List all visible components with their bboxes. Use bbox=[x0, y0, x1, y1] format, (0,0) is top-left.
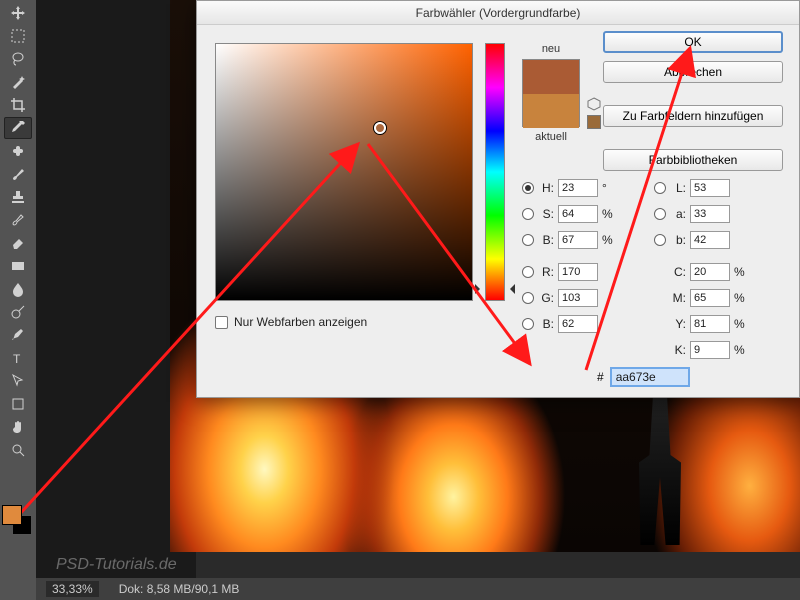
h-input[interactable] bbox=[558, 179, 598, 197]
stamp-tool[interactable] bbox=[4, 186, 32, 208]
add-swatch-button[interactable]: Zu Farbfeldern hinzufügen bbox=[603, 105, 783, 127]
g-input[interactable] bbox=[558, 289, 598, 307]
c-input[interactable] bbox=[690, 263, 730, 281]
pen-tool[interactable] bbox=[4, 324, 32, 346]
wand-tool[interactable] bbox=[4, 71, 32, 93]
hex-input[interactable] bbox=[610, 367, 690, 387]
h-label: H: bbox=[538, 181, 554, 195]
bl-label: b: bbox=[670, 233, 686, 247]
status-bar: 33,33% Dok: 8,58 MB/90,1 MB bbox=[36, 578, 800, 600]
a-input[interactable] bbox=[690, 205, 730, 223]
l-radio[interactable] bbox=[654, 182, 666, 194]
s-label: S: bbox=[538, 207, 554, 221]
websafe-swatch[interactable] bbox=[587, 115, 601, 129]
watermark: PSD-Tutorials.de bbox=[56, 556, 177, 574]
color-values: H:° L: S:% a: B:% b: R: C:% G: M:% B: Y:… bbox=[522, 175, 790, 363]
bv-input[interactable] bbox=[558, 231, 598, 249]
bl-radio[interactable] bbox=[654, 234, 666, 246]
cancel-button[interactable]: Abbrechen bbox=[603, 61, 783, 83]
r-label: R: bbox=[538, 265, 554, 279]
libraries-button[interactable]: Farbbibliotheken bbox=[603, 149, 783, 171]
sv-marker[interactable] bbox=[374, 122, 386, 134]
current-color bbox=[523, 94, 579, 128]
dialog-title: Farbwähler (Vordergrundfarbe) bbox=[197, 1, 799, 25]
shape-tool[interactable] bbox=[4, 393, 32, 415]
bv-label: B: bbox=[538, 233, 554, 247]
hex-hash: # bbox=[597, 370, 604, 384]
new-current-swatch[interactable] bbox=[522, 59, 580, 127]
path-select-tool[interactable] bbox=[4, 370, 32, 392]
h-radio[interactable] bbox=[522, 182, 534, 194]
hue-slider[interactable] bbox=[485, 43, 505, 301]
current-label: aktuell bbox=[521, 131, 581, 143]
svg-text:T: T bbox=[13, 352, 21, 366]
lasso-tool[interactable] bbox=[4, 48, 32, 70]
eraser-tool[interactable] bbox=[4, 232, 32, 254]
web-colors-label: Nur Webfarben anzeigen bbox=[234, 315, 367, 329]
eyedropper-tool[interactable] bbox=[4, 117, 32, 139]
l-label: L: bbox=[670, 181, 686, 195]
ok-button[interactable]: OK bbox=[603, 31, 783, 53]
dodge-tool[interactable] bbox=[4, 301, 32, 323]
a-label: a: bbox=[670, 207, 686, 221]
bc-input[interactable] bbox=[558, 315, 598, 333]
m-input[interactable] bbox=[690, 289, 730, 307]
color-swatches[interactable] bbox=[2, 505, 34, 537]
bl-input[interactable] bbox=[690, 231, 730, 249]
bc-radio[interactable] bbox=[522, 318, 534, 330]
l-input[interactable] bbox=[690, 179, 730, 197]
m-label: M: bbox=[670, 291, 686, 305]
r-input[interactable] bbox=[558, 263, 598, 281]
tools-toolbar: T bbox=[0, 0, 36, 600]
marquee-tool[interactable] bbox=[4, 25, 32, 47]
blur-tool[interactable] bbox=[4, 278, 32, 300]
a-radio[interactable] bbox=[654, 208, 666, 220]
foreground-swatch[interactable] bbox=[2, 505, 22, 525]
hand-tool[interactable] bbox=[4, 416, 32, 438]
crop-tool[interactable] bbox=[4, 94, 32, 116]
zoom-level[interactable]: 33,33% bbox=[46, 581, 99, 597]
gamut-warning-icon[interactable] bbox=[587, 97, 601, 111]
c-label: C: bbox=[670, 265, 686, 279]
bv-radio[interactable] bbox=[522, 234, 534, 246]
new-color bbox=[523, 60, 579, 94]
history-brush-tool[interactable] bbox=[4, 209, 32, 231]
type-tool[interactable]: T bbox=[4, 347, 32, 369]
s-radio[interactable] bbox=[522, 208, 534, 220]
color-picker-dialog: Farbwähler (Vordergrundfarbe) neu aktuel… bbox=[196, 0, 800, 398]
zoom-tool[interactable] bbox=[4, 439, 32, 461]
new-label: neu bbox=[521, 43, 581, 55]
move-tool[interactable] bbox=[4, 2, 32, 24]
bc-label: B: bbox=[538, 317, 554, 331]
k-input[interactable] bbox=[690, 341, 730, 359]
g-radio[interactable] bbox=[522, 292, 534, 304]
k-label: K: bbox=[670, 343, 686, 357]
y-label: Y: bbox=[670, 317, 686, 331]
g-label: G: bbox=[538, 291, 554, 305]
s-input[interactable] bbox=[558, 205, 598, 223]
gradient-tool[interactable] bbox=[4, 255, 32, 277]
y-input[interactable] bbox=[690, 315, 730, 333]
saturation-value-field[interactable] bbox=[215, 43, 473, 301]
brush-tool[interactable] bbox=[4, 163, 32, 185]
heal-tool[interactable] bbox=[4, 140, 32, 162]
r-radio[interactable] bbox=[522, 266, 534, 278]
web-colors-checkbox[interactable] bbox=[215, 316, 228, 329]
doc-size: Dok: 8,58 MB/90,1 MB bbox=[119, 582, 240, 596]
